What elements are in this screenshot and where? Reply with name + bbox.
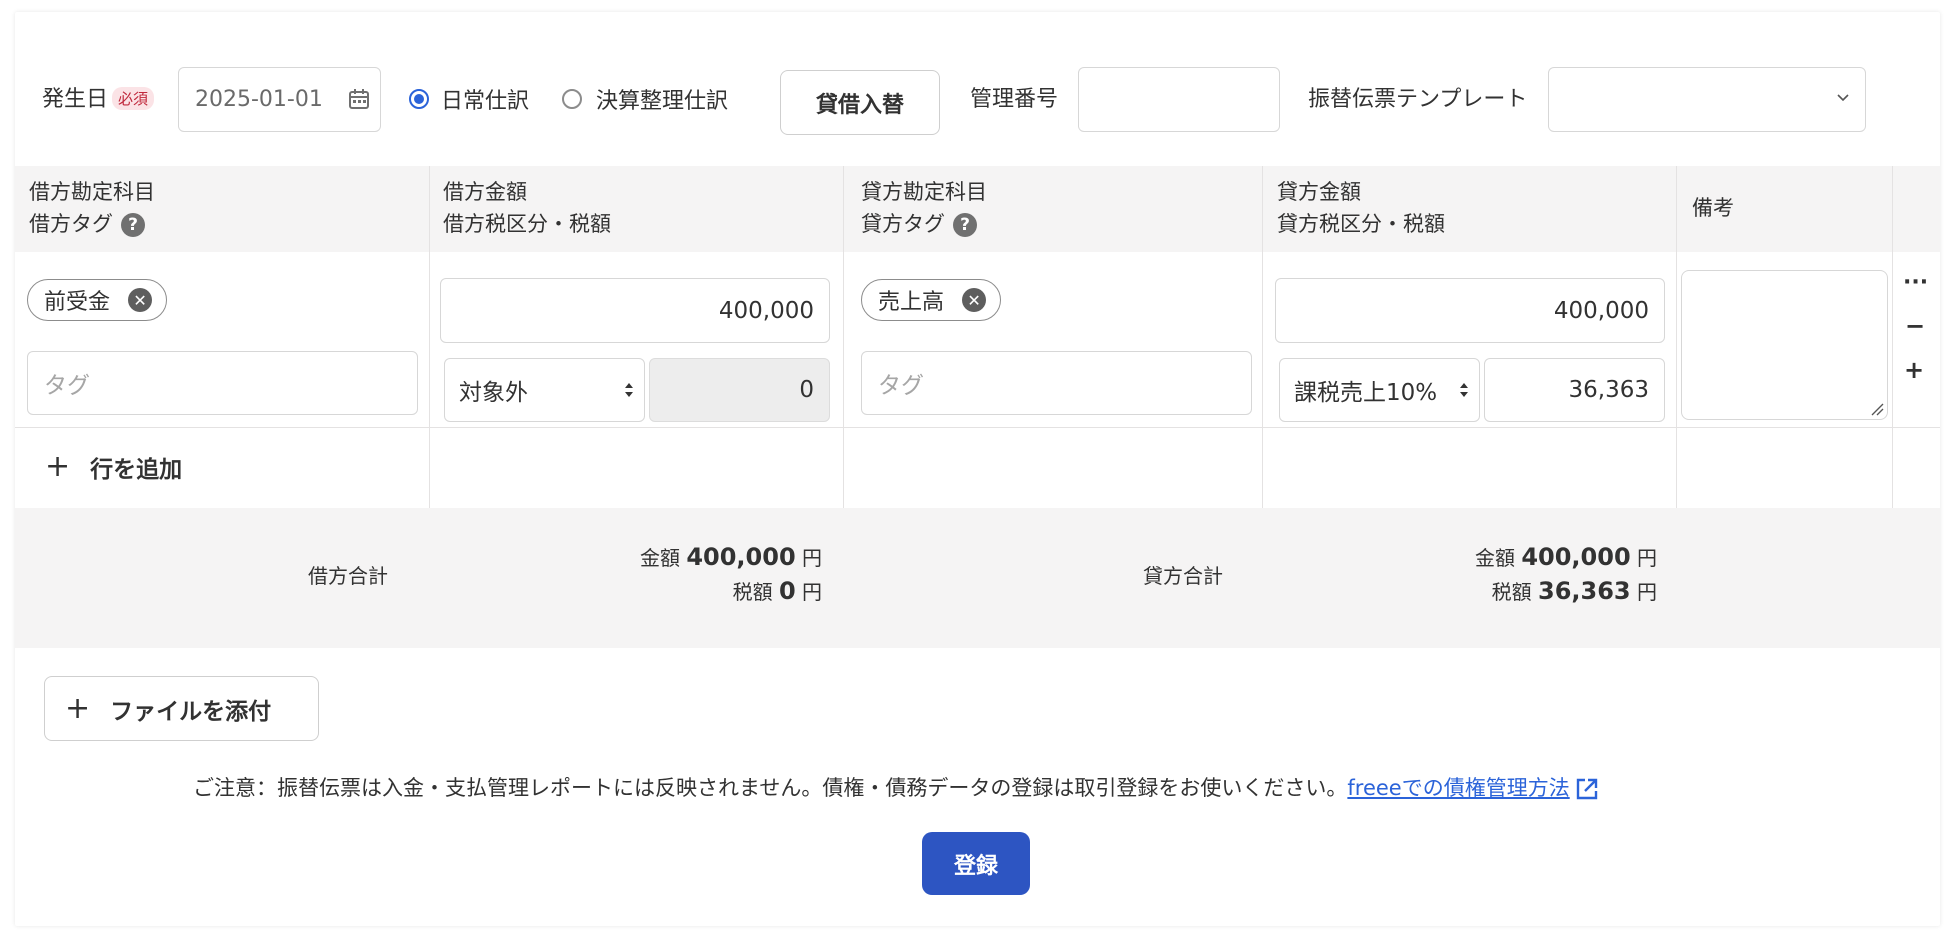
debit-amount-input[interactable]: 400,000 xyxy=(440,278,830,343)
radio-closing-label: 決算整理仕訳 xyxy=(596,89,729,114)
add-row-inline-icon[interactable]: + xyxy=(1904,356,1924,384)
debit-tax-header-label: 借方税区分・税額 xyxy=(443,212,611,236)
totals-row: 借方合計 金額 400,000 円 税額 0 円 貸方合計 金額 400,000… xyxy=(15,508,1940,648)
clear-icon[interactable]: ✕ xyxy=(128,288,153,312)
notice-message: ご注意：振替伝票は入金・支払管理レポートには反映されません。債権・債務データの登… xyxy=(193,776,1348,800)
debit-account-header: 借方勘定科目 xyxy=(29,180,155,204)
table-header: 借方勘定科目 借方タグ? 借方金額 借方税区分・税額 貸方勘定科目 貸方タグ? … xyxy=(15,166,1940,252)
add-row-label: 行を追加 xyxy=(90,457,183,483)
credit-amount-value: 400,000 xyxy=(1553,297,1649,324)
debit-tax-amount-value: 0 xyxy=(799,377,814,403)
plus-icon: + xyxy=(45,449,71,484)
register-button[interactable]: 登録 xyxy=(922,832,1030,895)
attach-file-label: ファイルを添付 xyxy=(110,698,272,725)
credit-amount-header-label: 貸方金額 xyxy=(1277,180,1361,204)
add-row-section: + 行を追加 xyxy=(15,428,1940,508)
debit-amount-header-label: 借方金額 xyxy=(443,180,527,204)
chevron-down-icon xyxy=(1837,94,1849,102)
credit-header: 貸方勘定科目 貸方タグ? xyxy=(861,176,987,240)
credit-account-value: 売上高 xyxy=(878,290,945,315)
note-textarea[interactable] xyxy=(1681,270,1888,420)
credit-tag-placeholder: タグ xyxy=(878,373,924,399)
amount-label: 金額 xyxy=(639,546,680,570)
debit-total-label: 借方合計 xyxy=(308,564,388,588)
template-select[interactable] xyxy=(1548,67,1866,132)
date-value: 2025-01-01 xyxy=(195,87,323,112)
credit-account-header: 貸方勘定科目 xyxy=(861,180,987,204)
unit-label: 円 xyxy=(1637,546,1657,570)
amount-label: 金額 xyxy=(1474,546,1515,570)
debit-header: 借方勘定科目 借方タグ? xyxy=(29,176,155,240)
help-icon[interactable]: ? xyxy=(121,213,145,237)
credit-total-tax: 税額 36,363 円 xyxy=(1492,576,1657,605)
notice-text: ご注意：振替伝票は入金・支払管理レポートには反映されません。債権・債務データの登… xyxy=(193,772,1600,802)
tax-label: 税額 xyxy=(732,580,773,604)
credit-tag-header: 貸方タグ xyxy=(861,212,945,236)
help-icon[interactable]: ? xyxy=(953,213,977,237)
debit-tag-input[interactable]: タグ xyxy=(27,351,418,415)
resize-handle-icon[interactable] xyxy=(1870,402,1884,416)
unit-label: 円 xyxy=(1637,580,1657,604)
required-badge: 必須 xyxy=(112,87,155,110)
attach-file-button[interactable]: + ファイルを添付 xyxy=(44,676,319,741)
debit-tag-header: 借方タグ xyxy=(29,212,113,236)
debit-total-amount-value: 400,000 xyxy=(686,543,796,571)
radio-closing-indicator[interactable] xyxy=(562,89,582,109)
credit-tax-category-select[interactable]: 課税売上10% xyxy=(1279,358,1480,422)
date-label: 発生日 必須 xyxy=(42,81,155,113)
unit-label: 円 xyxy=(802,546,822,570)
debit-total-amount: 金額 400,000 円 xyxy=(640,542,822,571)
credit-total-tax-value: 36,363 xyxy=(1538,577,1631,605)
entry-header: 発生日必須 2025-01-01 日常仕訳 決算整理仕訳 貸借入替 管理番号 xyxy=(15,67,1940,142)
credit-tax-category-value: 課税売上10% xyxy=(1294,380,1438,406)
management-number-label: 管理番号 xyxy=(970,87,1059,112)
receivables-help-link[interactable]: freeeでの債権管理方法 xyxy=(1347,772,1569,802)
credit-account-chip[interactable]: 売上高 ✕ xyxy=(861,279,1002,321)
radio-daily-indicator[interactable] xyxy=(409,89,429,109)
note-header: 備考 xyxy=(1692,196,1734,220)
plus-icon: + xyxy=(65,690,91,726)
row-menu-icon[interactable]: ··· xyxy=(1903,270,1928,295)
credit-tag-input[interactable]: タグ xyxy=(861,351,1252,415)
debit-total-tax: 税額 0 円 xyxy=(733,576,822,605)
external-link-icon[interactable] xyxy=(1574,776,1600,802)
swap-button-label: 貸借入替 xyxy=(815,92,904,118)
debit-account-chip[interactable]: 前受金 ✕ xyxy=(27,279,168,321)
debit-account-value: 前受金 xyxy=(44,290,111,315)
sort-arrows-icon xyxy=(1460,383,1468,397)
date-input[interactable]: 2025-01-01 xyxy=(178,67,381,132)
unit-label: 円 xyxy=(802,580,822,604)
credit-amount-header: 貸方金額 貸方税区分・税額 xyxy=(1277,176,1445,240)
debit-amount-value: 400,000 xyxy=(718,297,814,324)
debit-tax-category-value: 対象外 xyxy=(459,380,528,406)
debit-amount-header: 借方金額 借方税区分・税額 xyxy=(443,176,611,240)
add-row-button[interactable]: + 行を追加 xyxy=(45,450,182,484)
radio-closing[interactable]: 決算整理仕訳 xyxy=(562,83,728,115)
template-label: 振替伝票テンプレート xyxy=(1308,87,1528,112)
credit-total-amount: 金額 400,000 円 xyxy=(1475,542,1657,571)
debit-tax-amount: 0 xyxy=(649,358,830,422)
date-label-text: 発生日 xyxy=(42,87,109,112)
calendar-icon[interactable] xyxy=(348,88,370,110)
journal-entry-card: 発生日必須 2025-01-01 日常仕訳 決算整理仕訳 貸借入替 管理番号 xyxy=(15,12,1940,926)
swap-debit-credit-button[interactable]: 貸借入替 xyxy=(780,70,940,135)
clear-icon[interactable]: ✕ xyxy=(962,288,987,312)
tax-label: 税額 xyxy=(1491,580,1532,604)
credit-tax-header-label: 貸方税区分・税額 xyxy=(1277,212,1445,236)
management-number-input[interactable] xyxy=(1078,67,1280,132)
credit-total-amount-value: 400,000 xyxy=(1521,543,1631,571)
sort-arrows-icon xyxy=(625,383,633,397)
credit-total-label: 貸方合計 xyxy=(1143,564,1223,588)
credit-tax-amount-input[interactable]: 36,363 xyxy=(1484,358,1665,422)
debit-total-tax-value: 0 xyxy=(778,577,796,605)
debit-tax-category-select[interactable]: 対象外 xyxy=(444,358,645,422)
radio-daily-label: 日常仕訳 xyxy=(441,89,530,114)
credit-tax-amount-value: 36,363 xyxy=(1568,377,1649,403)
radio-daily[interactable]: 日常仕訳 xyxy=(409,83,529,115)
table-row: 前受金 ✕ タグ 400,000 対象外 0 売上高 ✕ タグ 400,000 xyxy=(15,252,1940,428)
debit-tag-placeholder: タグ xyxy=(44,373,90,399)
credit-amount-input[interactable]: 400,000 xyxy=(1275,278,1665,343)
remove-row-icon[interactable]: − xyxy=(1905,312,1925,340)
